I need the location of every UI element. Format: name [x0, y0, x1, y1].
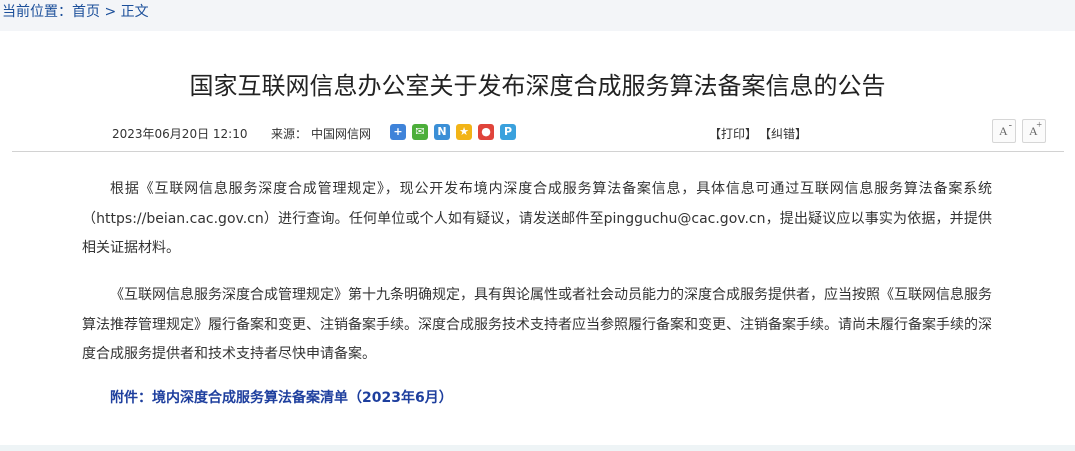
- minus-icon: -: [1008, 120, 1012, 131]
- share-n-icon[interactable]: N: [434, 124, 450, 140]
- paragraph-1: 根据《互联网信息服务深度合成管理规定》，现公开发布境内深度合成服务算法备案信息，…: [82, 181, 992, 256]
- plus-icon: +: [1036, 120, 1042, 131]
- breadcrumb: 当前位置：首页 > 正文: [0, 0, 1075, 31]
- share-p-icon[interactable]: P: [500, 124, 516, 140]
- paragraph-2: 《互联网信息服务深度合成管理规定》第十九条明确规定，具有舆论属性或者社会动员能力…: [82, 287, 992, 362]
- attachment-title: 境内深度合成服务算法备案清单（2023年6月）: [152, 390, 453, 406]
- footer-strip: [0, 445, 1075, 451]
- source-label: 来源：: [271, 127, 308, 141]
- source-name: 中国网信网: [311, 127, 372, 141]
- breadcrumb-separator: >: [100, 4, 121, 20]
- font-increase-button[interactable]: A +: [1022, 119, 1046, 143]
- share-plus-icon[interactable]: +: [390, 124, 406, 140]
- correct-link[interactable]: 【纠错】: [765, 127, 807, 141]
- attachment-label: 附件：: [110, 390, 152, 406]
- attachment-link[interactable]: 附件：境内深度合成服务算法备案清单（2023年6月）: [110, 387, 453, 409]
- breadcrumb-label: 当前位置：: [2, 4, 72, 20]
- breadcrumb-current-link[interactable]: 正文: [121, 4, 149, 20]
- breadcrumb-home-link[interactable]: 首页: [72, 4, 100, 20]
- title-divider: [12, 151, 1064, 152]
- page-title: 国家互联网信息办公室关于发布深度合成服务算法备案信息的公告: [189, 72, 886, 100]
- wechat-icon[interactable]: ✉: [412, 124, 428, 140]
- share-bar: + ✉ N ★ ● P: [390, 124, 516, 142]
- font-decrease-letter: A: [999, 124, 1008, 138]
- qzone-icon[interactable]: ★: [456, 124, 472, 140]
- font-decrease-button[interactable]: A -: [992, 119, 1016, 143]
- article-actions: 【打印】 【纠错】: [709, 126, 815, 142]
- weibo-icon[interactable]: ●: [478, 124, 494, 140]
- print-link[interactable]: 【打印】: [709, 127, 757, 141]
- publish-date: 2023年06月20日 12:10: [112, 127, 248, 141]
